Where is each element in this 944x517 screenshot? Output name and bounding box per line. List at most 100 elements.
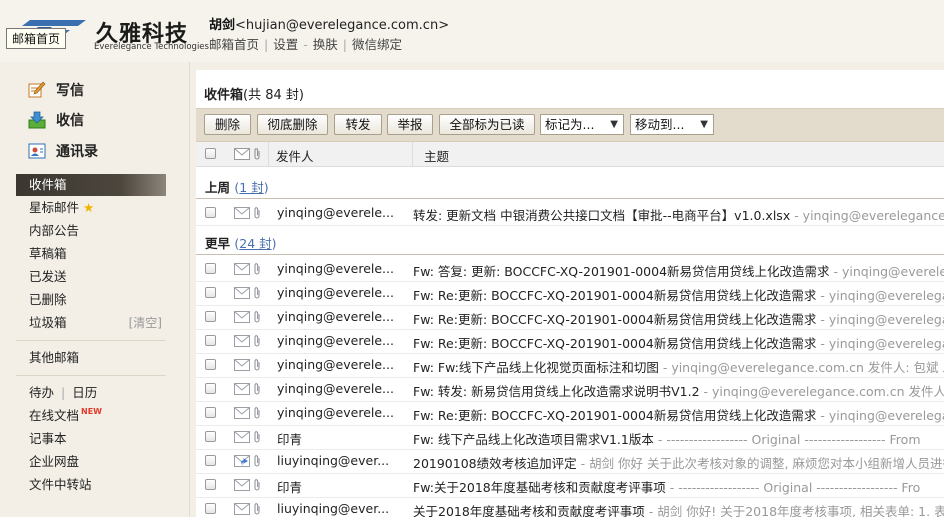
attachment-icon [254,383,260,395]
calendar-link[interactable]: 日历 [72,385,97,400]
folder-title-name: 收件箱 [204,88,244,103]
folder-inbox[interactable]: 收件箱 [16,174,166,196]
mailbox-home-link[interactable]: 邮箱首页 [209,37,259,52]
row-checkbox[interactable] [205,287,216,298]
envelope-icon [234,479,250,491]
folder-title-count: (共 84 封) [243,88,304,103]
message-sender[interactable]: 印青 [277,477,397,496]
message-row[interactable]: 印青 Fw:关于2018年度基础考核和贡献度考评事项 - ------------… [196,473,944,498]
folder-spam[interactable]: 垃圾箱 [清空] [16,312,166,334]
row-checkbox[interactable] [205,407,216,418]
mark-as-dropdown[interactable]: 标记为... ▼ [540,114,624,135]
message-row[interactable]: yinqing@everele... Fw: Fw:线下产品线上化视觉页面标注和切… [196,353,944,378]
message-sender[interactable]: yinqing@everele... [277,309,397,324]
message-sender[interactable]: yinqing@everele... [277,405,397,420]
message-sender[interactable]: yinqing@everele... [277,205,397,220]
message-sender[interactable]: liuyinqing@ever... [277,453,397,468]
message-sender[interactable]: liuyinqing@ever... [277,501,397,516]
message-subject[interactable]: Fw: 线下产品线上化改造项目需求V1.1版本 - --------------… [413,429,921,448]
folder-deleted[interactable]: 已删除 [16,289,166,311]
folder-label: 星标邮件 [29,200,80,215]
row-checkbox[interactable] [205,383,216,394]
row-checkbox[interactable] [205,311,216,322]
folder-label: 已删除 [29,292,67,307]
message-subject[interactable]: Fw: Fw:线下产品线上化视觉页面标注和切图 - yinqing@everel… [413,357,944,376]
message-sender[interactable]: yinqing@everele... [277,285,397,300]
row-checkbox[interactable] [205,503,216,514]
attachment-icon [254,287,260,299]
message-subject[interactable]: Fw: Re:更新: BOCCFC-XQ-201901-0004新易贷信用贷线上… [413,309,944,328]
skin-link[interactable]: 换肤 [313,37,338,52]
delete-forever-button[interactable]: 彻底删除 [257,114,328,135]
online-docs-label: 在线文档 [29,408,80,423]
message-row[interactable]: yinqing@everele... 转发: 更新文档 中银消费公共接口文档【审批… [196,201,944,226]
message-row[interactable]: yinqing@everele... Fw: 转发: 新易贷信用贷线上化改造需求说… [196,377,944,402]
other-mailboxes[interactable]: 其他邮箱 [16,347,166,369]
contacts-button[interactable]: 通讯录 [28,141,98,161]
todo-link[interactable]: 待办 [29,385,54,400]
delete-button[interactable]: 删除 [204,114,251,135]
folder-sent[interactable]: 已发送 [16,266,166,288]
group-count[interactable]: (1 封) [234,180,268,195]
row-checkbox[interactable] [205,263,216,274]
message-row[interactable]: yinqing@everele... Fw: Re:更新: BOCCFC-XQ-2… [196,329,944,354]
message-row[interactable]: yinqing@everele... Fw: 答复: 更新: BOCCFC-XQ-… [196,257,944,282]
message-row[interactable]: liuyinqing@ever... 关于2018年度基础考核和贡献度考评事项 -… [196,497,944,517]
message-subject[interactable]: 转发: 更新文档 中银消费公共接口文档【审批--电商平台】v1.0.xlsx -… [413,205,944,224]
forward-button[interactable]: 转发 [334,114,382,135]
attachment-icon [254,359,260,371]
envelope-icon [234,431,250,443]
group-header: 更早 (24 封) [205,233,277,252]
settings-link[interactable]: 设置 [273,37,298,52]
message-sender[interactable]: yinqing@everele... [277,261,397,276]
folder-announcements[interactable]: 内部公告 [16,220,166,242]
message-subject[interactable]: 20190108绩效考核追加评定 - 胡剑 你好 关于此次考核对象的调整, 麻烦… [413,453,944,472]
message-sender[interactable]: yinqing@everele... [277,381,397,396]
receive-button[interactable]: 收信 [28,110,84,130]
message-subject[interactable]: Fw: Re:更新: BOCCFC-XQ-201901-0004新易贷信用贷线上… [413,285,944,304]
report-button[interactable]: 举报 [387,114,433,135]
row-checkbox[interactable] [205,207,216,218]
row-checkbox[interactable] [205,455,216,466]
message-subject[interactable]: Fw: 转发: 新易贷信用贷线上化改造需求说明书V1.2 - yinqing@e… [413,381,944,400]
wechat-bind-link[interactable]: 微信绑定 [352,37,402,52]
message-sender[interactable]: yinqing@everele... [277,333,397,348]
mark-all-read-button[interactable]: 全部标为已读 [439,114,535,135]
message-row[interactable]: 印青 Fw: 线下产品线上化改造项目需求V1.1版本 - ------------… [196,425,944,450]
message-row[interactable]: yinqing@everele... Fw: Re:更新: BOCCFC-XQ-2… [196,305,944,330]
message-list-pane: 收件箱(共 84 封) 删除 彻底删除 转发 举报 全部标为已读 标记为... ▼… [196,70,944,517]
row-checkbox[interactable] [205,335,216,346]
envelope-icon [234,287,250,299]
file-transfer-link[interactable]: 文件中转站 [16,474,166,496]
other-mailboxes-label: 其他邮箱 [29,350,80,365]
message-subject[interactable]: Fw: Re:更新: BOCCFC-XQ-201901-0004新易贷信用贷线上… [413,405,944,424]
envelope-icon [234,407,250,419]
message-subject[interactable]: 关于2018年度基础考核和贡献度考评事项 - 胡剑 你好! 关于2018年度考核… [413,501,944,517]
message-row[interactable]: yinqing@everele... Fw: Re:更新: BOCCFC-XQ-2… [196,401,944,426]
message-subject[interactable]: Fw: 答复: 更新: BOCCFC-XQ-201901-0004新易贷信用贷线… [413,261,944,280]
row-checkbox[interactable] [205,431,216,442]
select-all-checkbox[interactable] [205,148,216,159]
online-docs-link[interactable]: 在线文档 NEW [16,405,166,427]
compose-button[interactable]: 写信 [28,80,84,100]
message-sender[interactable]: yinqing@everele... [277,357,397,372]
column-sender[interactable]: 发件人 [276,146,314,165]
message-subject[interactable]: Fw:关于2018年度基础考核和贡献度考评事项 - --------------… [413,477,920,496]
message-subject[interactable]: Fw: Re:更新: BOCCFC-XQ-201901-0004新易贷信用贷线上… [413,333,944,352]
move-to-dropdown[interactable]: 移动到... ▼ [630,114,714,135]
notes-link[interactable]: 记事本 [16,428,166,450]
chevron-down-icon: ▼ [700,119,708,130]
netdisk-link[interactable]: 企业网盘 [16,451,166,473]
folder-drafts[interactable]: 草稿箱 [16,243,166,265]
message-row[interactable]: liuyinqing@ever... 20190108绩效考核追加评定 - 胡剑 … [196,449,944,474]
row-checkbox[interactable] [205,479,216,490]
sidebar: 写信 收信 通讯录 收件箱 星标邮件 ★ 内部公告 草稿箱 已发送 已删除 垃圾箱… [0,62,190,517]
message-row[interactable]: yinqing@everele... Fw: Re:更新: BOCCFC-XQ-2… [196,281,944,306]
row-checkbox[interactable] [205,359,216,370]
folder-starred[interactable]: 星标邮件 ★ [16,197,166,219]
message-sender[interactable]: 印青 [277,429,397,448]
empty-spam-link[interactable]: [清空] [129,312,162,334]
sidebar-divider [16,340,166,341]
group-count[interactable]: (24 封) [234,236,276,251]
column-subject[interactable]: 主题 [424,146,449,165]
